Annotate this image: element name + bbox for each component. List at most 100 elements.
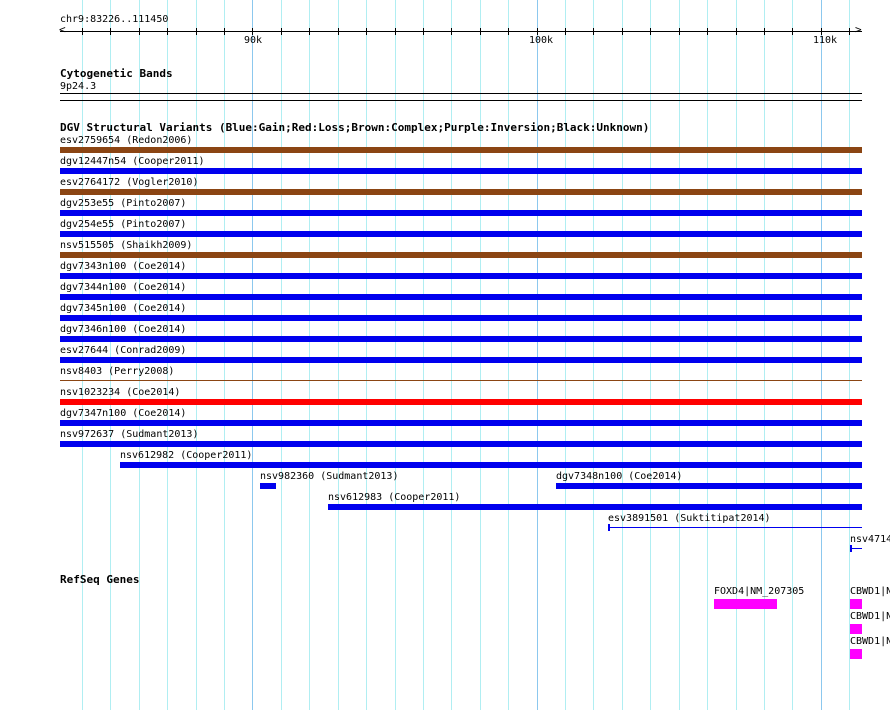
cyto-track-title: Cytogenetic Bands xyxy=(60,67,173,80)
variant-line[interactable] xyxy=(60,380,862,381)
gene-label: CBWD1|N xyxy=(850,586,890,597)
variant-label: dgv7346n100 (Coe2014) xyxy=(60,324,187,335)
grid-line xyxy=(395,0,396,710)
ruler-tick xyxy=(480,28,481,35)
variant-bar[interactable] xyxy=(60,210,862,216)
variant-bar[interactable] xyxy=(60,315,862,321)
ruler-tick xyxy=(593,28,594,35)
variant-bar[interactable] xyxy=(120,462,862,468)
ruler-tick xyxy=(167,28,168,35)
ruler-tick xyxy=(537,28,538,35)
grid-line xyxy=(338,0,339,710)
grid-line xyxy=(309,0,310,710)
grid-line xyxy=(707,0,708,710)
gene-bar[interactable] xyxy=(850,599,862,609)
variant-bar[interactable] xyxy=(60,420,862,426)
variant-bar[interactable] xyxy=(60,273,862,279)
grid-line xyxy=(622,0,623,710)
grid-line xyxy=(196,0,197,710)
ruler-tick xyxy=(707,28,708,35)
ruler-label: 90k xyxy=(244,35,263,46)
variant-label: esv27644 (Conrad2009) xyxy=(60,345,187,356)
ruler-tick xyxy=(252,28,253,35)
variant-bar[interactable] xyxy=(60,189,862,195)
grid-line xyxy=(792,0,793,710)
gene-label: CBWD1|N xyxy=(850,611,890,622)
variant-bar[interactable] xyxy=(60,252,862,258)
variant-label: dgv7344n100 (Coe2014) xyxy=(60,282,187,293)
ruler-label: 100k xyxy=(529,35,554,46)
gene-bar[interactable] xyxy=(850,649,862,659)
grid-line xyxy=(508,0,509,710)
grid-line xyxy=(451,0,452,710)
variant-bar[interactable] xyxy=(60,399,862,405)
variant-bar[interactable] xyxy=(328,504,862,510)
grid-line xyxy=(423,0,424,710)
ruler-tick xyxy=(736,28,737,35)
variant-label: esv2764172 (Vogler2010) xyxy=(60,177,199,188)
grid-line xyxy=(565,0,566,710)
variant-bar[interactable] xyxy=(60,231,862,237)
variant-start-tick xyxy=(608,524,610,531)
grid-line xyxy=(480,0,481,710)
grid-line xyxy=(252,0,253,710)
ruler-tick xyxy=(366,28,367,35)
variant-label: dgv7347n100 (Coe2014) xyxy=(60,408,187,419)
gene-label: FOXD4|NM_207305 xyxy=(714,586,805,597)
grid-line xyxy=(593,0,594,710)
variant-label: nsv982360 (Sudmant2013) xyxy=(260,471,399,482)
ruler-tick xyxy=(309,28,310,35)
grid-line xyxy=(281,0,282,710)
variant-label: dgv12447n54 (Cooper2011) xyxy=(60,156,205,167)
grid-line xyxy=(224,0,225,710)
grid-line xyxy=(821,0,822,710)
ruler-tick xyxy=(139,28,140,35)
variant-label: nsv972637 (Sudmant2013) xyxy=(60,429,199,440)
variant-bar[interactable] xyxy=(60,168,862,174)
variant-label: nsv1023234 (Coe2014) xyxy=(60,387,181,398)
ruler-tick xyxy=(281,28,282,35)
grid-line xyxy=(679,0,680,710)
grid-line xyxy=(366,0,367,710)
variant-label: dgv254e55 (Pinto2007) xyxy=(60,219,187,230)
variant-bar[interactable] xyxy=(556,483,862,489)
variant-bar[interactable] xyxy=(60,357,862,363)
variant-bar[interactable] xyxy=(60,294,862,300)
variant-start-tick xyxy=(850,545,852,552)
ruler-tick xyxy=(82,28,83,35)
variant-bar[interactable] xyxy=(60,336,862,342)
gene-bar[interactable] xyxy=(714,599,777,609)
variant-line[interactable] xyxy=(608,527,862,528)
ruler-tick xyxy=(679,28,680,35)
variant-label: dgv253e55 (Pinto2007) xyxy=(60,198,187,209)
ruler-line xyxy=(60,31,862,32)
variant-bar[interactable] xyxy=(60,147,862,153)
ruler-tick xyxy=(395,28,396,35)
cyto-band-bottom xyxy=(60,100,862,101)
right-arrow-icon[interactable]: > xyxy=(855,24,862,36)
left-arrow-icon[interactable]: < xyxy=(59,24,66,36)
grid-line xyxy=(537,0,538,710)
genome-browser-view[interactable]: chr9:83226..111450 < > 90k 100k 110k Cytog… xyxy=(0,0,890,710)
ruler-tick xyxy=(110,28,111,35)
ruler-tick xyxy=(338,28,339,35)
variant-label: nsv612983 (Cooper2011) xyxy=(328,492,461,503)
ruler-tick xyxy=(423,28,424,35)
variant-label: esv3891501 (Suktitipat2014) xyxy=(608,513,771,524)
gene-bar[interactable] xyxy=(850,624,862,634)
ruler-label: 110k xyxy=(813,35,838,46)
variant-label: nsv8403 (Perry2008) xyxy=(60,366,175,377)
variant-bar[interactable] xyxy=(60,441,862,447)
variant-bar[interactable] xyxy=(260,483,276,489)
ruler-tick xyxy=(196,28,197,35)
ruler-tick xyxy=(622,28,623,35)
ruler-tick xyxy=(565,28,566,35)
cyto-band-top xyxy=(60,93,862,94)
cyto-band-label: 9p24.3 xyxy=(60,81,97,92)
grid-line xyxy=(650,0,651,710)
variant-label: dgv7345n100 (Coe2014) xyxy=(60,303,187,314)
ruler-tick xyxy=(849,28,850,35)
dgv-track-title: DGV Structural Variants (Blue:Gain;Red:L… xyxy=(60,121,650,134)
variant-label: esv2759654 (Redon2006) xyxy=(60,135,193,146)
ruler-tick xyxy=(508,28,509,35)
